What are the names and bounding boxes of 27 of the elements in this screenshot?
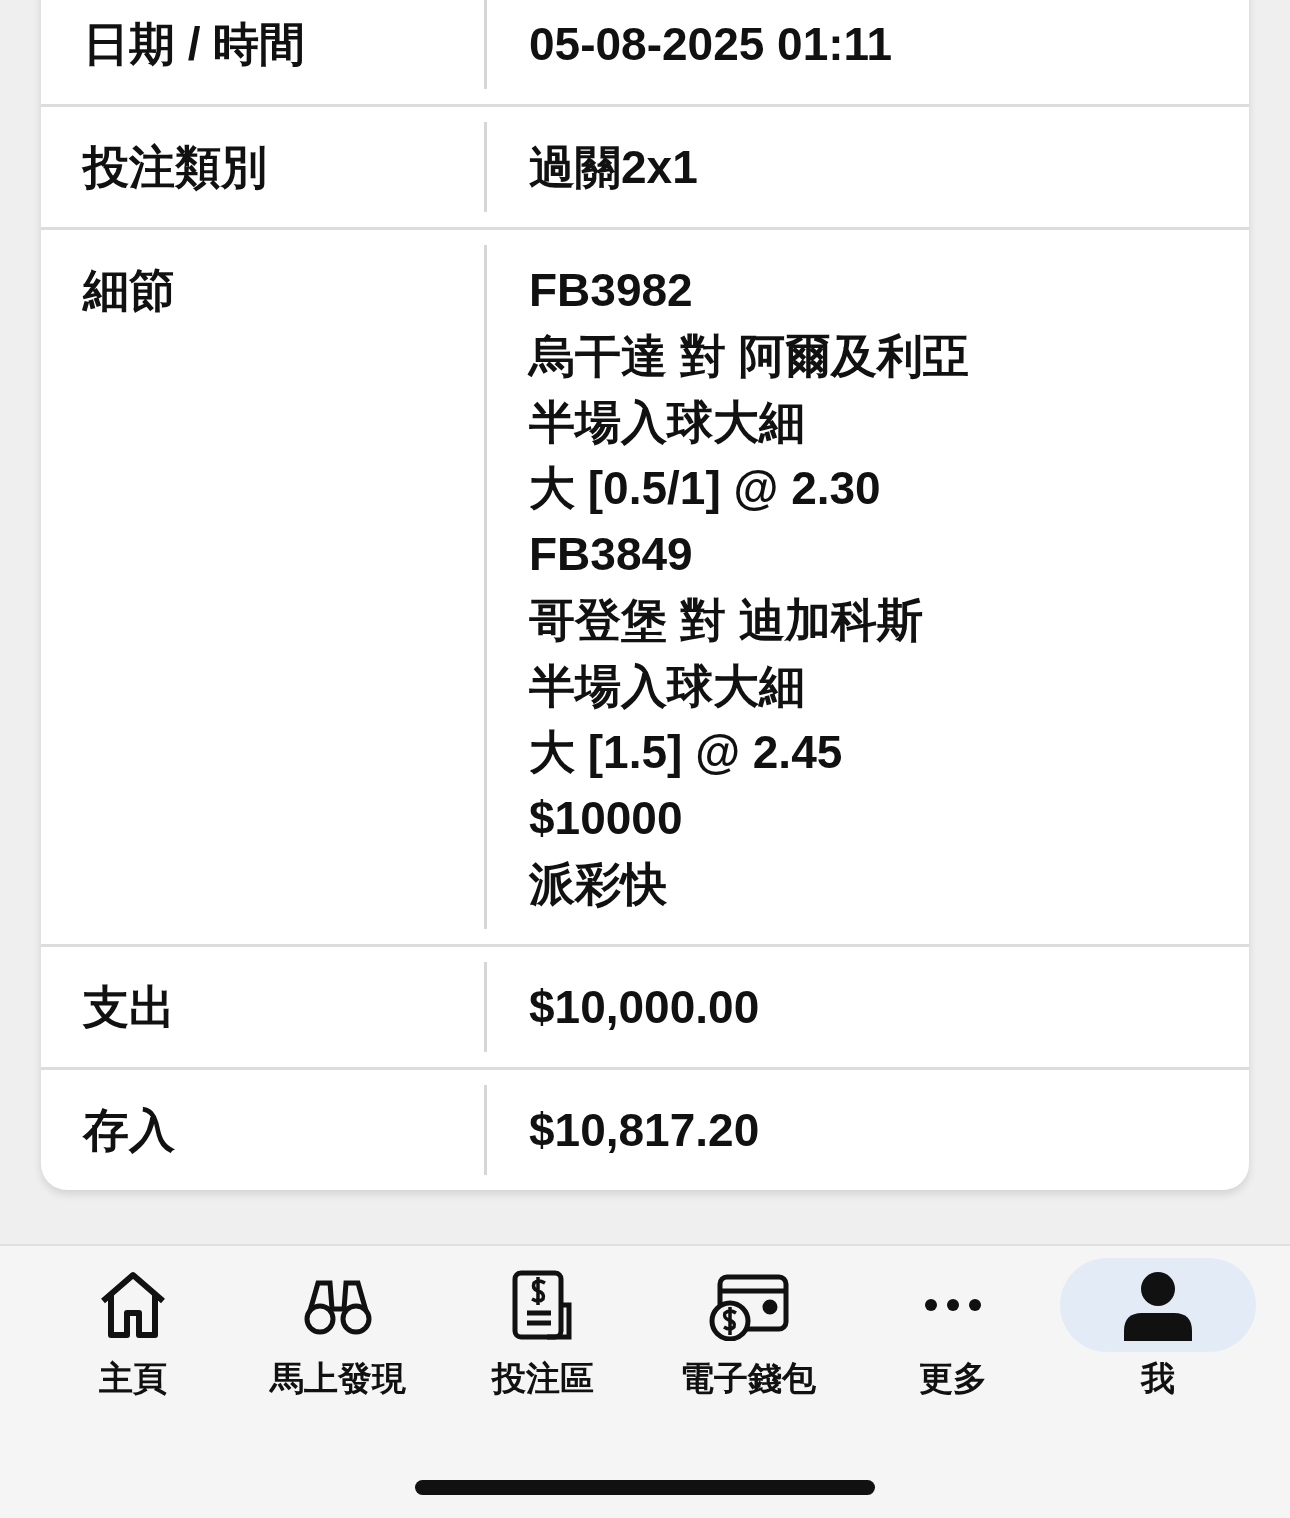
row-value: 烏干達 對 阿爾及利亞 xyxy=(529,329,969,384)
more-icon xyxy=(922,1297,983,1313)
nav-tab[interactable]: 主頁 xyxy=(30,1258,235,1518)
nav-tab[interactable]: 更多 xyxy=(850,1258,1055,1518)
nav-tab[interactable]: 電子錢包 xyxy=(645,1258,850,1518)
row-value: 過關2x1 xyxy=(529,140,698,195)
row-value: 大 [0.5/1] @ 2.30 xyxy=(529,461,881,516)
row-value: 半場入球大細 xyxy=(529,395,805,450)
nav-tab[interactable]: 我 xyxy=(1055,1258,1260,1518)
row-value: 派彩快 xyxy=(529,857,667,912)
row-label: 日期 / 時間 xyxy=(83,18,306,70)
nav-tab[interactable]: 馬上發現 xyxy=(235,1258,440,1518)
row-label: 存入 xyxy=(83,1104,175,1156)
row-label: 投注類別 xyxy=(83,141,267,193)
row-value: $10000 xyxy=(529,791,683,846)
row-value: FB3849 xyxy=(529,527,693,582)
person-icon xyxy=(1121,1269,1194,1341)
row-value: 05-08-2025 01:11 xyxy=(529,17,893,72)
row-value: 哥登堡 對 迪加科斯 xyxy=(529,593,923,648)
row-label: 細節 xyxy=(83,264,175,316)
row-value: $10,000.00 xyxy=(529,980,760,1035)
row-value: 半場入球大細 xyxy=(529,659,805,714)
row-label: 支出 xyxy=(83,981,175,1033)
row-value: 大 [1.5] @ 2.45 xyxy=(529,725,843,780)
row-value: $10,817.20 xyxy=(529,1103,760,1158)
nav-tab[interactable]: 投注區 xyxy=(440,1258,645,1518)
row-value: FB3982 xyxy=(529,263,693,318)
